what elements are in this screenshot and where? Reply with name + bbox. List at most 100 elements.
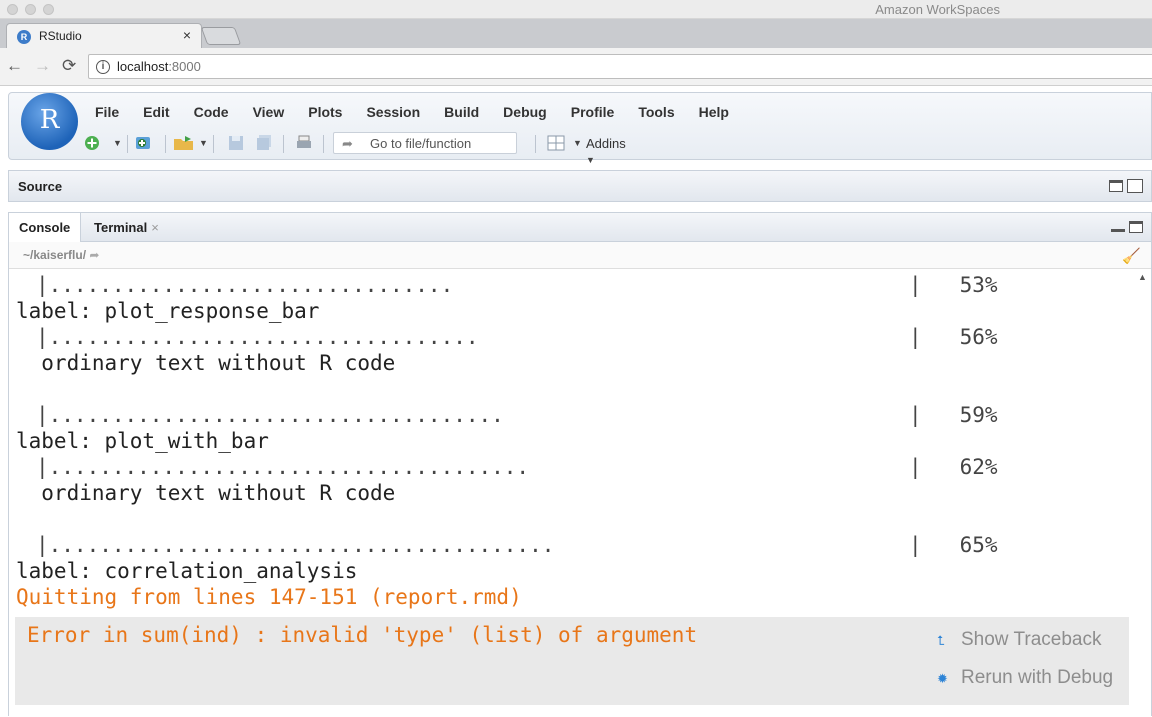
console-line: label: plot_response_bar (16, 299, 320, 323)
clear-console-icon[interactable]: 🧹 (1122, 247, 1141, 265)
zoom-window-button[interactable] (43, 4, 54, 15)
maximize-pane-icon[interactable] (1127, 179, 1143, 193)
menu-code[interactable]: Code (194, 104, 229, 120)
rstudio-header: R File Edit Code View Plots Session Buil… (8, 92, 1152, 165)
window-titlebar: Amazon WorkSpaces (0, 0, 1152, 19)
addins-menu[interactable]: Addins ▼ (586, 136, 626, 166)
toolbar-separator (165, 135, 166, 153)
browser-tab-strip: R RStudio × (0, 19, 1152, 49)
pane-layout-dropdown-icon[interactable]: ▼ (573, 138, 582, 148)
window-title: Amazon WorkSpaces (875, 2, 1000, 17)
print-icon[interactable] (295, 134, 313, 152)
error-message: Error in sum(ind) : invalid 'type' (list… (27, 623, 698, 647)
toolbar-separator (283, 135, 284, 153)
progress-percent: | 65% (909, 533, 998, 557)
info-icon[interactable]: i (96, 60, 110, 74)
close-window-button[interactable] (7, 4, 18, 15)
progress-bar-text: |.......................................… (36, 533, 555, 557)
progress-bar-text: |...................................... (36, 455, 530, 479)
minimize-pane-icon[interactable] (1111, 229, 1125, 232)
menu-debug[interactable]: Debug (503, 104, 547, 120)
source-pane: Source (8, 170, 1152, 202)
error-box: Error in sum(ind) : invalid 'type' (list… (15, 617, 1129, 705)
toolbar-separator (535, 135, 536, 153)
toolbar-separator (127, 135, 128, 153)
progress-bar-text: |.................................... (36, 403, 504, 427)
tab-terminal-label: Terminal (94, 220, 148, 235)
console-pane: Console Terminal × ~/kaiserflu/ ➦ 🧹 |....… (8, 212, 1152, 717)
progress-percent: | 62% (909, 455, 998, 479)
addins-dropdown-icon: ▼ (586, 155, 595, 165)
url-input[interactable]: i localhost:8000 (88, 54, 1152, 79)
source-pane-title: Source (18, 179, 63, 194)
rerun-debug-button[interactable]: ✹ Rerun with Debug (937, 667, 1113, 689)
traceback-icon: ⮤ (937, 633, 945, 648)
browser-tab-title: RStudio (39, 29, 82, 43)
menu-build[interactable]: Build (444, 104, 479, 120)
save-icon[interactable] (227, 134, 245, 152)
menu-file[interactable]: File (95, 104, 119, 120)
forward-arrow-icon[interactable]: → (34, 56, 51, 76)
console-output[interactable]: |................................ | 53% … (9, 270, 1139, 717)
address-bar: ← → ⟳ i localhost:8000 (0, 48, 1152, 86)
open-file-icon[interactable] (173, 134, 195, 152)
url-port: :8000 (168, 59, 201, 74)
console-tab-bar: Console Terminal × (9, 213, 1151, 243)
show-traceback-button[interactable]: ⮤ Show Traceback (937, 629, 1101, 651)
toolbar-separator (213, 135, 214, 153)
goto-arrow-icon: ➦ (342, 136, 353, 151)
progress-bar-text: |................................ (36, 273, 454, 297)
progress-bar-text: |.................................. (36, 325, 479, 349)
show-traceback-label: Show Traceback (961, 629, 1102, 650)
console-line: label: correlation_analysis (16, 559, 358, 583)
main-menu: File Edit Code View Plots Session Build … (95, 104, 753, 120)
tab-console[interactable]: Console (9, 213, 82, 243)
working-directory-text: ~/kaiserflu/ (23, 248, 87, 262)
restore-pane-icon[interactable] (1109, 180, 1123, 192)
restore-pane-icon[interactable] (1129, 221, 1143, 233)
tab-console-label: Console (19, 220, 71, 235)
console-line: ordinary text without R code (16, 481, 396, 505)
minimize-window-button[interactable] (25, 4, 36, 15)
new-file-dropdown-icon[interactable]: ▼ (113, 138, 122, 148)
browser-tab-rstudio[interactable]: R RStudio × (6, 23, 202, 49)
console-scrollbar[interactable]: ▲ (1135, 270, 1151, 717)
progress-percent: | 56% (909, 325, 998, 349)
menu-profile[interactable]: Profile (571, 104, 615, 120)
scroll-up-icon[interactable]: ▲ (1138, 272, 1147, 282)
menu-plots[interactable]: Plots (308, 104, 342, 120)
rstudio-favicon-icon: R (17, 30, 31, 44)
menu-edit[interactable]: Edit (143, 104, 169, 120)
working-directory-path[interactable]: ~/kaiserflu/ ➦ (23, 248, 99, 262)
close-tab-icon[interactable]: × (183, 27, 191, 43)
progress-percent: | 53% (909, 273, 998, 297)
rerun-debug-label: Rerun with Debug (961, 667, 1114, 688)
back-arrow-icon[interactable]: ← (6, 56, 23, 76)
menu-session[interactable]: Session (366, 104, 420, 120)
menu-view[interactable]: View (253, 104, 285, 120)
console-line: ordinary text without R code (16, 351, 396, 375)
rstudio-logo-icon: R (21, 93, 78, 150)
save-all-icon[interactable] (255, 134, 273, 152)
open-file-dropdown-icon[interactable]: ▼ (199, 138, 208, 148)
working-directory-bar: ~/kaiserflu/ ➦ 🧹 (9, 242, 1151, 269)
menu-tools[interactable]: Tools (638, 104, 674, 120)
tab-terminal[interactable]: Terminal × (84, 213, 169, 242)
new-project-icon[interactable] (135, 134, 157, 152)
new-file-icon[interactable] (83, 134, 101, 152)
url-text: localhost:8000 (117, 59, 201, 74)
close-terminal-icon[interactable]: × (151, 220, 159, 235)
reload-icon[interactable]: ⟳ (62, 56, 76, 76)
bug-icon: ✹ (937, 671, 948, 686)
progress-percent: | 59% (909, 403, 998, 427)
toolbar-separator (323, 135, 324, 153)
new-tab-button[interactable] (200, 27, 242, 45)
menu-help[interactable]: Help (699, 104, 729, 120)
addins-label: Addins (586, 136, 626, 151)
pane-layout-icon[interactable] (547, 134, 565, 152)
goto-directory-icon[interactable]: ➦ (89, 248, 99, 262)
quitting-message: Quitting from lines 147-151 (report.rmd) (16, 585, 522, 609)
console-line: label: plot_with_bar (16, 429, 269, 453)
goto-placeholder: Go to file/function (370, 136, 472, 151)
goto-file-function-input[interactable]: ➦ Go to file/function (333, 132, 517, 154)
